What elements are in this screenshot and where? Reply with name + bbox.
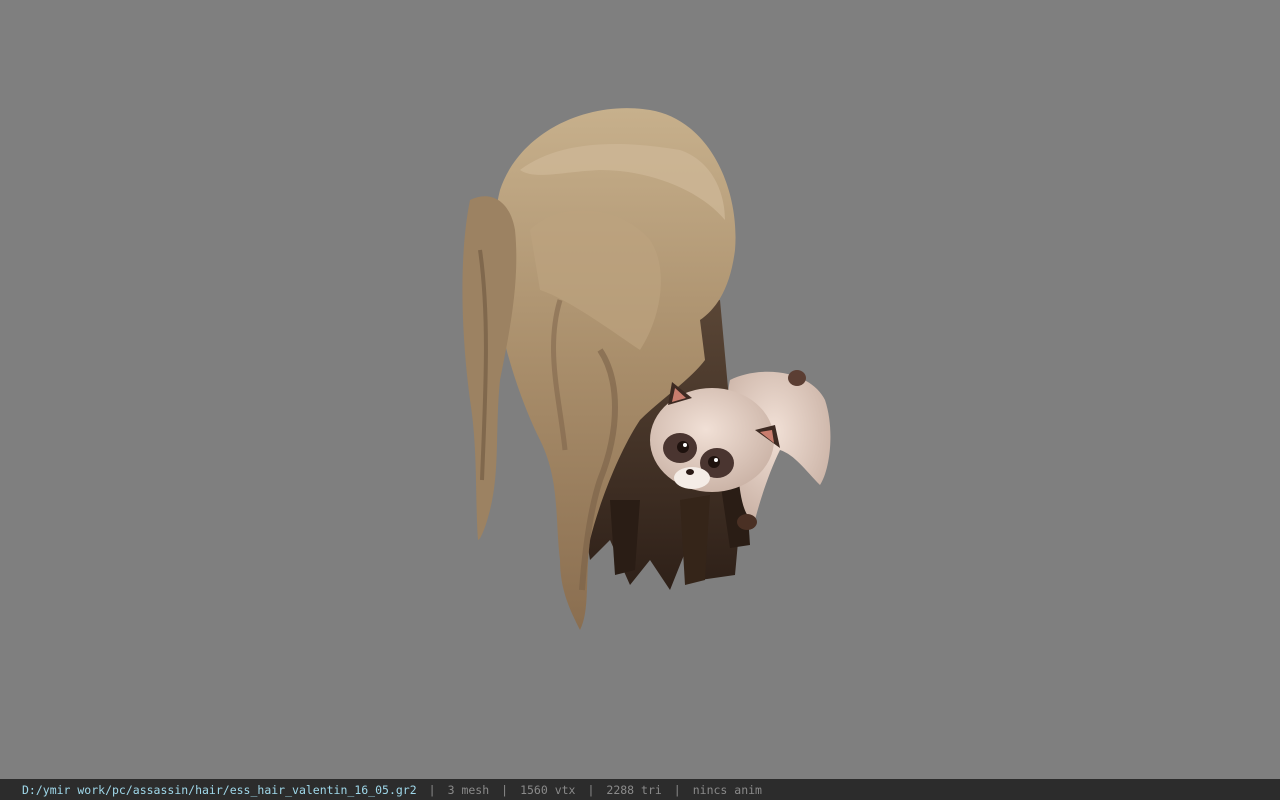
anim-state: nincs anim (692, 782, 762, 797)
separator: | (428, 782, 436, 797)
separator: | (673, 782, 681, 797)
model-preview[interactable] (0, 0, 1280, 779)
separator: | (587, 782, 595, 797)
file-path: D:/ymir work/pc/assassin/hair/ess_hair_v… (22, 782, 417, 797)
mesh-count: 3 mesh (447, 782, 490, 797)
vertex-count: 1560 vtx (520, 782, 576, 797)
3d-viewport[interactable] (0, 0, 1280, 779)
separator: | (501, 782, 509, 797)
triangle-count: 2288 tri (606, 782, 662, 797)
status-bar: D:/ymir work/pc/assassin/hair/ess_hair_v… (0, 779, 1280, 800)
